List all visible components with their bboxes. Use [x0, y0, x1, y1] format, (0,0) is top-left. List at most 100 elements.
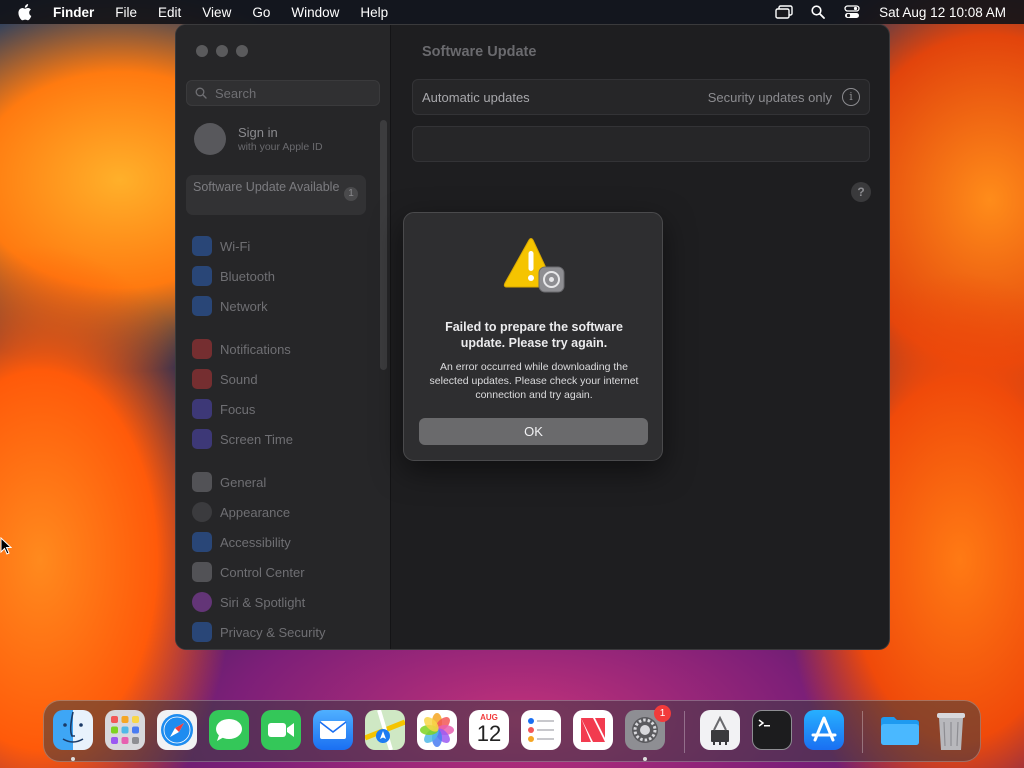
control-center-icon: [192, 562, 212, 582]
mail-envelope-icon: [319, 721, 347, 739]
sidebar-item-control-center[interactable]: Control Center: [192, 557, 325, 587]
trash-icon: [937, 713, 965, 750]
app-store-icon: [811, 716, 837, 742]
wifi-icon: [192, 236, 212, 256]
dock-app-store[interactable]: [804, 710, 844, 750]
ok-button[interactable]: OK: [419, 418, 648, 445]
menu-edit[interactable]: Edit: [158, 5, 181, 20]
finder-face-icon: [62, 711, 84, 743]
dock-messages[interactable]: [209, 710, 249, 750]
dock-separator: [684, 711, 685, 753]
dock-separator-2: [862, 711, 863, 753]
sidebar-item-appearance[interactable]: Appearance: [192, 497, 325, 527]
menu-view[interactable]: View: [202, 5, 231, 20]
news-icon: [581, 718, 605, 742]
dock-news[interactable]: [573, 710, 613, 750]
dock-maps[interactable]: [365, 710, 405, 750]
alert-message: An error occurred while downloading the …: [429, 361, 639, 401]
sidebar-item-screen-time[interactable]: Screen Time: [192, 424, 325, 454]
sidebar-item-bluetooth[interactable]: Bluetooth: [192, 261, 325, 291]
menu-finder[interactable]: Finder: [53, 5, 94, 20]
spotlight-search-icon[interactable]: [809, 4, 827, 20]
menu-file[interactable]: File: [115, 5, 137, 20]
terminal-prompt-icon: [758, 719, 770, 727]
sidebar-item-focus[interactable]: Focus: [192, 394, 325, 424]
alert-title: Failed to prepare the software update. P…: [445, 320, 623, 350]
dock-calendar[interactable]: AUG 12: [469, 710, 509, 750]
close-button[interactable]: [196, 45, 208, 57]
bluetooth-icon: [192, 266, 212, 286]
siri-icon: [192, 592, 212, 612]
appearance-icon: [192, 502, 212, 522]
zoom-button[interactable]: [236, 45, 248, 57]
facetime-camera-icon: [268, 723, 294, 737]
software-update-label: Software Update Available: [193, 180, 340, 194]
screen-time-icon: [192, 429, 212, 449]
menu-bar: Finder File Edit View Go Window Help Sat…: [0, 0, 1024, 24]
general-icon: [192, 472, 212, 492]
maps-icon: [365, 710, 405, 750]
mouse-cursor-icon: [0, 537, 12, 555]
sidebar-item-accessibility[interactable]: Accessibility: [192, 527, 325, 557]
dock: AUG 12 1: [43, 700, 981, 762]
dock-facetime[interactable]: [261, 710, 301, 750]
apple-menu-icon[interactable]: [18, 3, 36, 21]
network-icon: [192, 296, 212, 316]
dock-finder[interactable]: [53, 710, 93, 750]
minimize-button[interactable]: [216, 45, 228, 57]
sign-in-subtitle: with your Apple ID: [238, 141, 323, 153]
page-title: Software Update: [422, 44, 537, 60]
search-icon: [195, 87, 207, 99]
sidebar-item-software-update-available[interactable]: Software Update Available 1: [186, 175, 366, 215]
automatic-updates-label: Automatic updates: [422, 89, 530, 105]
safari-compass-icon: [161, 714, 193, 746]
system-settings-badge: 1: [654, 705, 671, 722]
update-status-row: [412, 126, 870, 162]
sidebar-search-input[interactable]: Search: [186, 80, 380, 106]
help-button[interactable]: ?: [851, 182, 871, 202]
sidebar-item-wifi[interactable]: Wi-Fi: [192, 231, 325, 261]
sound-icon: [192, 369, 212, 389]
settings-sidebar: Search Sign in with your Apple ID Softwa…: [176, 25, 391, 649]
menu-window[interactable]: Window: [291, 5, 339, 20]
sidebar-item-sound[interactable]: Sound: [192, 364, 325, 394]
automatic-updates-row[interactable]: Automatic updates Security updates only …: [412, 79, 870, 115]
sidebar-item-siri-spotlight[interactable]: Siri & Spotlight: [192, 587, 325, 617]
dock-system-information[interactable]: [700, 710, 740, 750]
notifications-icon: [192, 339, 212, 359]
software-update-badge: 1: [344, 187, 358, 201]
launchpad-grid-icon: [111, 716, 139, 744]
menu-clock[interactable]: Sat Aug 12 10:08 AM: [879, 5, 1006, 20]
sidebar-item-notifications[interactable]: Notifications: [192, 334, 325, 364]
window-controls: [196, 45, 256, 57]
dock-launchpad[interactable]: [105, 710, 145, 750]
privacy-hand-icon: [192, 622, 212, 642]
sidebar-item-network[interactable]: Network: [192, 291, 325, 321]
menu-go[interactable]: Go: [252, 5, 270, 20]
dock-trash[interactable]: [931, 710, 971, 750]
dock-photos[interactable]: [417, 710, 457, 750]
screen-mirroring-icon[interactable]: [775, 4, 793, 20]
info-icon[interactable]: i: [842, 88, 860, 106]
dock-downloads-folder[interactable]: [879, 710, 919, 750]
dock-terminal[interactable]: [752, 710, 792, 750]
sign-in-title: Sign in: [238, 125, 278, 140]
error-alert-dialog: Failed to prepare the software update. P…: [403, 212, 663, 461]
sidebar-item-general[interactable]: General: [192, 467, 325, 497]
finder-running-indicator: [71, 757, 75, 761]
dock-safari[interactable]: [157, 710, 197, 750]
control-center-icon[interactable]: [843, 4, 861, 20]
search-placeholder: Search: [215, 85, 257, 101]
apple-id-sign-in[interactable]: Sign in with your Apple ID: [194, 123, 323, 155]
sidebar-scrollbar[interactable]: [380, 120, 387, 370]
dock-reminders[interactable]: [521, 710, 561, 750]
focus-icon: [192, 399, 212, 419]
automatic-updates-value: Security updates only: [707, 89, 832, 105]
dock-mail[interactable]: [313, 710, 353, 750]
system-information-chip-icon: [711, 715, 729, 745]
warning-gear-icon: [503, 238, 565, 293]
folder-icon: [881, 717, 919, 745]
menu-help[interactable]: Help: [360, 5, 388, 20]
calendar-day: 12: [476, 721, 502, 746]
sidebar-item-privacy-security[interactable]: Privacy & Security: [192, 617, 325, 647]
